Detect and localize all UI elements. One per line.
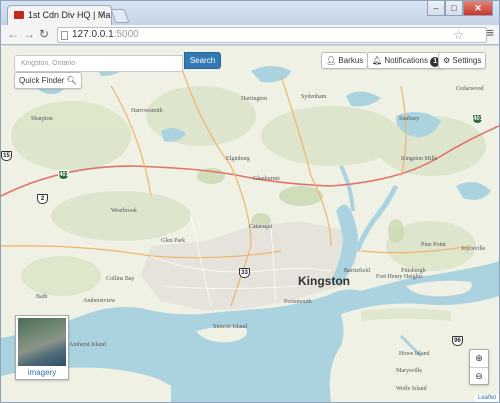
place-label: Glen Park	[161, 238, 186, 244]
place-label: Westbrook	[111, 208, 137, 214]
back-arrow-icon[interactable]: ←	[7, 27, 19, 41]
browser-tab[interactable]: 1st Cdn Div HQ | Ma ×	[7, 5, 112, 25]
bell-icon: 🔔︎	[372, 56, 383, 65]
search-icon: 🔍︎	[66, 76, 77, 85]
attribution-link[interactable]: Leaflet	[474, 394, 499, 402]
search-button[interactable]: Search	[184, 52, 221, 69]
place-label: Cedarwood	[456, 86, 484, 92]
settings-label: Settings	[452, 56, 482, 65]
place-label: Pine Point	[421, 242, 446, 248]
tab-close-icon[interactable]: ×	[100, 9, 106, 20]
place-label: Kingston Mills	[401, 156, 438, 162]
zoom-in-button[interactable]: ⊕	[470, 350, 488, 367]
forward-arrow-icon[interactable]: →	[23, 27, 35, 41]
user-label: Barkus	[338, 56, 364, 65]
place-label: Portsmouth	[284, 299, 312, 305]
favicon-icon	[14, 11, 24, 19]
quick-finder-button[interactable]: Quick Finder 🔍︎	[14, 72, 82, 89]
tab-title: 1st Cdn Div HQ | Ma	[28, 10, 111, 20]
user-button[interactable]: 👤︎ Barkus	[321, 52, 369, 69]
place-label: Amherst Island	[69, 342, 106, 348]
url-port: :5000	[113, 29, 139, 40]
address-bar[interactable]: 127.0.0.1:5000 ☆	[57, 27, 487, 43]
menu-icon[interactable]: ≡	[486, 25, 494, 40]
minimize-button[interactable]: –	[427, 1, 445, 16]
gear-icon: ⚙	[443, 56, 451, 65]
bookmark-star-icon[interactable]: ☆	[453, 28, 464, 42]
url-host: 127.0.0.1	[72, 29, 114, 40]
place-label: Elginburg	[226, 156, 250, 162]
place-label: Amherstview	[83, 298, 116, 304]
highway-shield-401: 401	[472, 114, 484, 124]
zoom-control: ⊕ ⊖	[469, 349, 489, 385]
place-label: Sydenham	[301, 94, 327, 100]
place-label: Glenburnie	[253, 176, 280, 182]
highway-shield-401: 401	[58, 170, 70, 180]
map-view[interactable]: Sharpton Harrowsmith Hartington Sydenham…	[1, 46, 499, 402]
notifications-button[interactable]: 🔔︎ Notifications 1	[367, 52, 446, 69]
highway-shield-15: 15	[1, 151, 12, 161]
place-label: Collins Bay	[106, 276, 135, 282]
place-label: Simcoe Island	[213, 324, 248, 330]
close-window-button[interactable]: ✕	[463, 1, 493, 16]
place-label: Howe Island	[399, 351, 430, 357]
maximize-button[interactable]: □	[445, 1, 463, 16]
highway-shield-33: 33	[239, 268, 250, 278]
user-icon: 👤︎	[326, 56, 337, 65]
imagery-thumbnail	[18, 318, 66, 366]
page-icon	[61, 31, 68, 40]
place-label: Fort Henry Heights	[376, 274, 423, 280]
search-input[interactable]	[14, 55, 183, 72]
city-label: Kingston	[298, 274, 350, 288]
settings-button[interactable]: ⚙ Settings	[438, 52, 487, 69]
zoom-out-button[interactable]: ⊖	[470, 367, 488, 384]
place-label: Sharpton	[31, 116, 53, 122]
highway-shield-96: 96	[452, 336, 463, 346]
place-label: Wolfe Island	[396, 386, 427, 392]
notifications-label: Notifications	[384, 56, 428, 65]
highway-shield-2: 2	[37, 194, 48, 204]
place-label: Hartington	[241, 96, 267, 102]
new-tab-button[interactable]	[110, 9, 130, 23]
window-controls: – □ ✕	[427, 1, 493, 16]
place-label: Harrowsmith	[131, 108, 163, 114]
place-label: Sunbury	[399, 116, 420, 122]
title-bar: 1st Cdn Div HQ | Ma × – □ ✕	[1, 1, 499, 25]
browser-window: 1st Cdn Div HQ | Ma × – □ ✕ ← → ↻ 127.0.…	[0, 0, 500, 403]
place-label: Marysville	[396, 368, 422, 374]
place-label: Joyceville	[461, 246, 486, 252]
search-bar: Search	[14, 52, 221, 72]
quick-finder-label: Quick Finder	[19, 76, 65, 85]
layer-switcher-imagery[interactable]: imagery	[15, 315, 69, 380]
imagery-label: imagery	[27, 368, 57, 377]
reload-icon[interactable]: ↻	[39, 27, 49, 41]
place-label: Bath	[36, 294, 48, 300]
place-label: Cataraqui	[249, 224, 273, 230]
browser-toolbar: ← → ↻ 127.0.0.1:5000 ☆ ≡	[1, 25, 499, 45]
